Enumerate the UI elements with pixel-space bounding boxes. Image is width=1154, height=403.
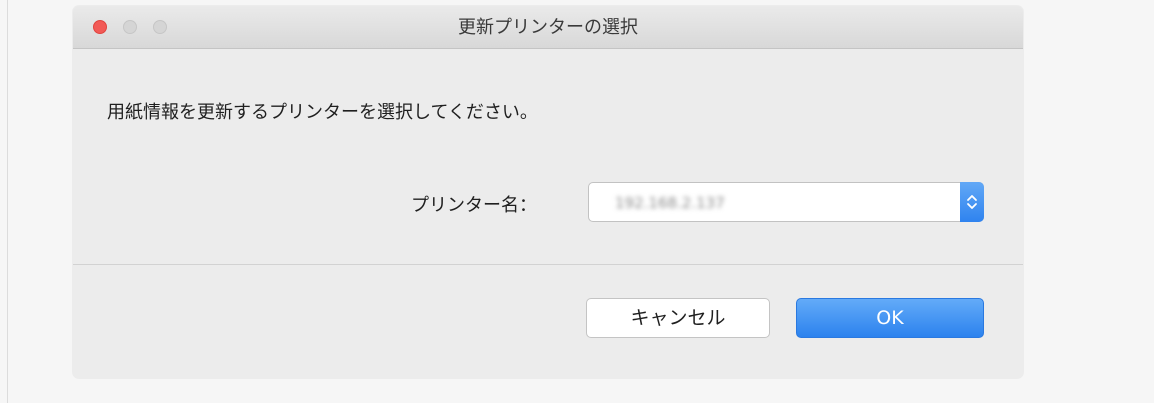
title-bar: 更新プリンターの選択 — [73, 6, 1023, 49]
instruction-message: 用紙情報を更新するプリンターを選択してください。 — [107, 102, 538, 123]
window-title: 更新プリンターの選択 — [458, 17, 638, 38]
cancel-button[interactable]: キャンセル — [586, 298, 770, 338]
printer-select[interactable]: 192.168.2.137 — [588, 182, 984, 222]
divider — [73, 264, 1023, 265]
frame-border — [7, 0, 8, 403]
printer-name-label: プリンター名： — [411, 195, 537, 216]
chevron-up-down-icon[interactable] — [960, 182, 984, 222]
dialog-window: 更新プリンターの選択 用紙情報を更新するプリンターを選択してください。 プリンタ… — [73, 6, 1023, 378]
ok-button[interactable]: OK — [796, 298, 984, 338]
printer-select-value: 192.168.2.137 — [615, 194, 725, 212]
